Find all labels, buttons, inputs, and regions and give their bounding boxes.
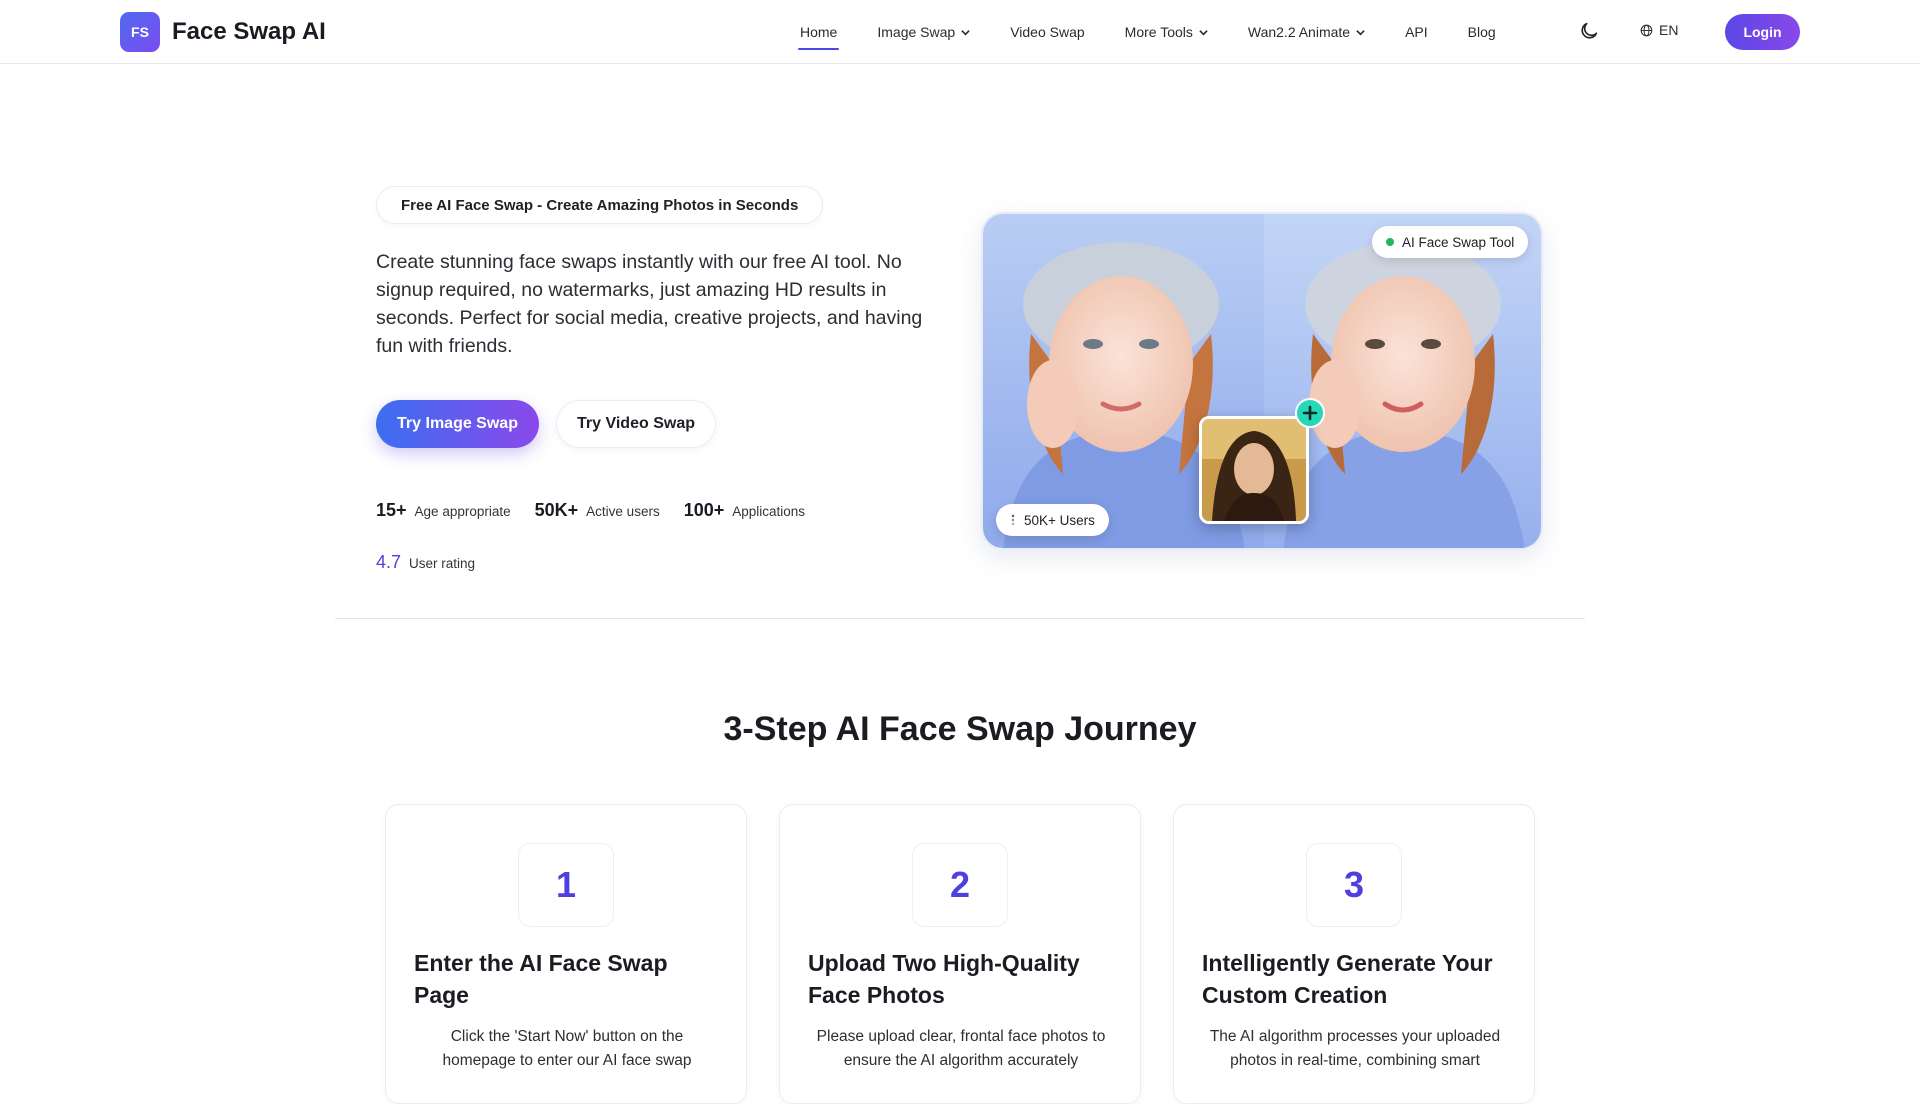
image-tag-label: AI Face Swap Tool bbox=[1402, 234, 1515, 250]
stat-applications: 100+ Applications bbox=[684, 500, 805, 521]
stat-label: Active users bbox=[586, 504, 660, 519]
step-number: 1 bbox=[518, 843, 614, 927]
nav-video-swap[interactable]: Video Swap bbox=[1010, 0, 1084, 64]
logo-badge: FS bbox=[120, 12, 160, 52]
nav-blog[interactable]: Blog bbox=[1468, 0, 1496, 64]
moon-icon[interactable] bbox=[1578, 20, 1600, 42]
nav-more-tools-label: More Tools bbox=[1124, 24, 1193, 40]
step-description: Please upload clear, frontal face photos… bbox=[816, 1028, 1106, 1069]
nav-blog-label: Blog bbox=[1467, 24, 1496, 40]
step-number: 3 bbox=[1306, 843, 1402, 927]
stat-value: 50K+ bbox=[534, 500, 579, 520]
nav-home-label: Home bbox=[800, 24, 838, 40]
spinner-icon bbox=[1011, 514, 1015, 526]
globe-icon bbox=[1640, 24, 1653, 36]
nav-api[interactable]: API bbox=[1405, 0, 1428, 64]
chevron-down-icon bbox=[961, 29, 970, 35]
ai-face-swap-tool-tag: AI Face Swap Tool bbox=[1372, 226, 1529, 258]
step-title: Upload Two High-Quality Face Photos bbox=[808, 950, 1080, 1008]
step-card: 1 Enter the AI Face Swap Page Click the … bbox=[385, 804, 747, 1104]
status-dot bbox=[1386, 238, 1394, 246]
source-face-thumbnail bbox=[1199, 416, 1309, 524]
nav-image-swap-label: Image Swap bbox=[877, 24, 956, 40]
login-button[interactable]: Login bbox=[1725, 14, 1800, 50]
stat-label: Age appropriate bbox=[414, 504, 511, 519]
nav-image-swap[interactable]: Image Swap bbox=[877, 0, 970, 64]
user-rating: 4.7 User rating bbox=[376, 552, 475, 573]
rating-value: 4.7 bbox=[376, 552, 402, 572]
steps-section-title: 3-Step AI Face Swap Journey bbox=[723, 710, 1197, 748]
site-header: FS Face Swap AI Home Image Swap Video Sw… bbox=[0, 0, 1920, 64]
stats-row: 15+ Age appropriate 50K+ Active users 10… bbox=[376, 500, 829, 521]
step-card: 2 Upload Two High-Quality Face Photos Pl… bbox=[779, 804, 1141, 1104]
nav-wan-animate[interactable]: Wan2.2 Animate bbox=[1248, 0, 1365, 64]
users-tag-label: 50K+ Users bbox=[1024, 512, 1095, 528]
try-video-swap-button[interactable]: Try Video Swap bbox=[556, 400, 716, 448]
stat-users: 50K+ Active users bbox=[535, 500, 660, 521]
step-description: The AI algorithm processes your uploaded… bbox=[1209, 1028, 1501, 1069]
step-description: Click the 'Start Now' button on the home… bbox=[442, 1028, 692, 1069]
rating-label: User rating bbox=[409, 556, 476, 571]
nav-video-swap-label: Video Swap bbox=[1010, 24, 1085, 40]
users-tag: 50K+ Users bbox=[996, 504, 1109, 536]
stat-value: 15+ bbox=[376, 500, 407, 520]
step-card: 3 Intelligently Generate Your Custom Cre… bbox=[1173, 804, 1535, 1104]
language-label: EN bbox=[1659, 22, 1679, 38]
stat-age: 15+ Age appropriate bbox=[376, 500, 511, 521]
brand-name: Face Swap AI bbox=[172, 18, 326, 45]
try-image-swap-button[interactable]: Try Image Swap bbox=[376, 400, 539, 448]
step-title: Intelligently Generate Your Custom Creat… bbox=[1202, 950, 1493, 1008]
nav-more-tools[interactable]: More Tools bbox=[1125, 0, 1208, 64]
step-title: Enter the AI Face Swap Page bbox=[414, 950, 668, 1008]
chevron-down-icon bbox=[1199, 29, 1208, 35]
add-face-icon[interactable] bbox=[1295, 398, 1325, 428]
nav-api-label: API bbox=[1405, 24, 1428, 40]
language-selector[interactable]: EN bbox=[1640, 22, 1678, 38]
nav-home[interactable]: Home bbox=[797, 0, 840, 64]
main-nav: Home Image Swap Video Swap More Tools Wa… bbox=[797, 0, 1536, 64]
hero-description: Create stunning face swaps instantly wit… bbox=[376, 251, 923, 357]
hero-badge: Free AI Face Swap - Create Amazing Photo… bbox=[376, 186, 824, 224]
chevron-down-icon bbox=[1356, 29, 1365, 35]
nav-wan-animate-label: Wan2.2 Animate bbox=[1247, 24, 1351, 40]
stat-value: 100+ bbox=[683, 500, 725, 520]
step-number: 2 bbox=[912, 843, 1008, 927]
stat-label: Applications bbox=[732, 504, 806, 519]
section-divider bbox=[335, 618, 1585, 619]
logo[interactable]: FS Face Swap AI bbox=[120, 12, 326, 52]
